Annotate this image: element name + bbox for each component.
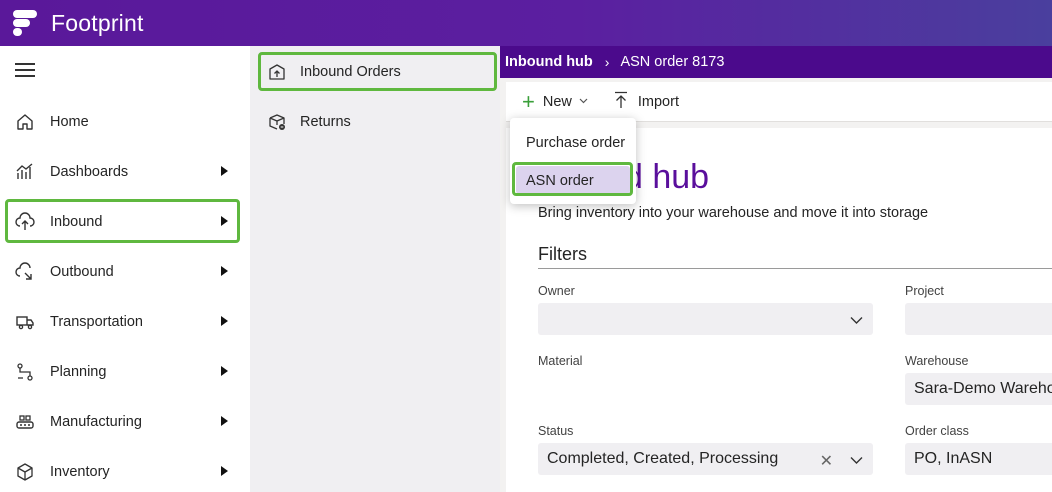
breadcrumb-current: ASN order 8173 [620,54,725,70]
chevron-down-icon [579,96,588,107]
nav-item-manufacturing[interactable]: Manufacturing [0,397,250,447]
order-class-select[interactable]: PO, InASN [905,443,1052,475]
outbound-icon [14,261,36,283]
caret-right-icon [221,166,228,176]
owner-select[interactable] [538,303,873,335]
nav-label-inventory: Inventory [50,464,110,480]
nav-label-home: Home [50,114,89,130]
caret-right-icon [221,416,228,426]
subnav-item-returns[interactable]: Returns [260,99,496,145]
warehouse-select[interactable]: Sara-Demo Wareho [905,373,1052,405]
sub-nav: Inbound Orders Returns [250,46,500,492]
warehouse-label: Warehouse [905,354,969,368]
status-select[interactable]: Completed, Created, Processing ✕ [538,443,873,475]
breadcrumb-parent-link[interactable]: Inbound hub [505,54,593,70]
chevron-down-icon [850,452,863,470]
import-button[interactable]: Import [614,91,679,113]
left-nav: Home Dashboards Inbound Outbound Transpo… [0,46,250,492]
top-app-bar: Footprint [0,0,1052,46]
page-title: d hub [624,158,710,196]
planning-flow-icon [14,361,36,383]
plus-icon: + [522,88,535,114]
nav-label-transportation: Transportation [50,314,143,330]
box-icon [14,461,36,483]
nav-item-home[interactable]: Home [0,97,250,147]
nav-label-dashboards: Dashboards [50,164,129,180]
command-toolbar: + New Import [506,82,1052,122]
filters-heading: Filters [538,244,587,264]
import-upload-icon [614,91,628,113]
asn-order-highlight-box [512,162,633,196]
caret-right-icon [221,466,228,476]
status-value: Completed, Created, Processing [547,450,779,467]
caret-right-icon [221,266,228,276]
truck-icon [14,311,36,333]
nav-label-manufacturing: Manufacturing [50,414,142,430]
nav-item-transportation[interactable]: Transportation [0,297,250,347]
page-subtitle: Bring inventory into your warehouse and … [538,205,929,221]
footprint-logo-icon[interactable] [13,10,37,36]
new-button-label: New [542,93,572,110]
nav-label-outbound: Outbound [50,264,114,280]
owner-label: Owner [538,284,575,298]
nav-item-planning[interactable]: Planning [0,347,250,397]
caret-right-icon [221,366,228,376]
breadcrumb-separator: › [604,54,610,70]
brand-name: Footprint [51,9,144,36]
nav-item-outbound[interactable]: Outbound [0,247,250,297]
nav-item-inventory[interactable]: Inventory [0,447,250,492]
chevron-down-icon [850,312,863,330]
nav-item-dashboards[interactable]: Dashboards [0,147,250,197]
breadcrumb: Inbound hub › ASN order 8173 [500,46,1052,78]
import-button-label: Import [637,93,679,110]
returns-icon [266,111,288,133]
factory-icon [14,411,36,433]
status-label: Status [538,424,574,438]
inbound-highlight-box [5,199,240,243]
dashboard-chart-icon [14,161,36,183]
hamburger-menu-icon[interactable] [15,63,35,77]
order-class-label: Order class [905,424,969,438]
project-select[interactable] [905,303,1052,335]
warehouse-value: Sara-Demo Wareho [914,380,1052,397]
nav-label-planning: Planning [50,364,107,380]
home-icon [14,111,36,133]
project-label: Project [905,284,944,298]
inbound-orders-highlight-box [258,52,497,91]
subnav-label-returns: Returns [300,114,351,130]
clear-x-icon[interactable]: ✕ [820,451,833,471]
new-button[interactable]: + New [522,88,588,114]
material-label: Material [538,354,583,368]
order-class-value: PO, InASN [914,450,993,467]
filters-divider [538,268,1052,269]
menu-item-purchase-order[interactable]: Purchase order [526,135,625,151]
caret-right-icon [221,316,228,326]
